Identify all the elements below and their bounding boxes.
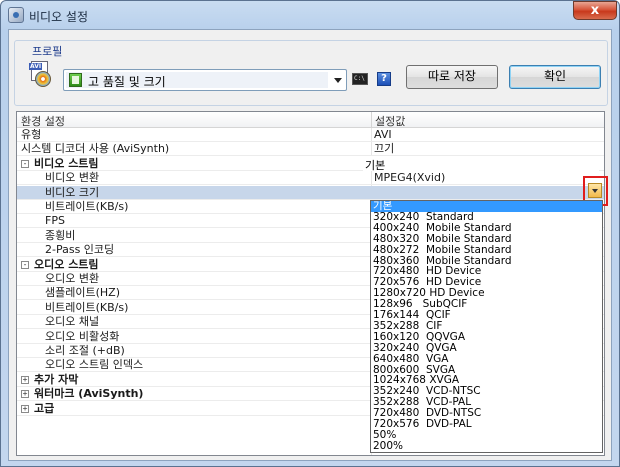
grid-row[interactable]: 유형 AVI bbox=[17, 128, 604, 142]
help-icon[interactable]: ? bbox=[377, 72, 391, 86]
command-line-icon[interactable]: C:\ bbox=[352, 73, 368, 85]
dropdown-option[interactable]: 50% bbox=[371, 429, 602, 441]
expand-icon[interactable]: + bbox=[21, 390, 29, 399]
grid-row-label: 비디오 스트림 bbox=[34, 156, 99, 170]
grid-row-label: 시스템 디코더 사용 (AviSynth) bbox=[21, 142, 170, 156]
grid-row-label: 오디오 스트림 인덱스 bbox=[45, 358, 144, 372]
dropdown-option[interactable]: 200% bbox=[371, 440, 602, 452]
collapse-icon[interactable]: - bbox=[21, 260, 29, 269]
dropdown-option[interactable]: 720x576 DVD-PAL bbox=[371, 419, 602, 430]
video-size-value-field[interactable]: 기본 bbox=[363, 156, 599, 172]
collapse-icon[interactable]: - bbox=[21, 159, 29, 168]
grid-row-label: 샘플레이트(HZ) bbox=[45, 286, 120, 300]
profile-select[interactable]: 고 품질 및 크기 bbox=[63, 69, 347, 91]
grid-row-label: 소리 조절 (+dB) bbox=[45, 344, 125, 357]
grid-row-label: 고급 bbox=[34, 401, 55, 415]
grid-row-label: 2-Pass 인코딩 bbox=[45, 243, 115, 257]
grid-row-label: 비디오 변환 bbox=[45, 171, 100, 185]
profile-select-value: 고 품질 및 크기 bbox=[88, 75, 166, 89]
grid-row-label: 비트레이트(KB/s) bbox=[45, 300, 129, 314]
expand-icon[interactable]: + bbox=[21, 375, 29, 384]
grid-header: 환경 설정 설정값 bbox=[17, 112, 604, 128]
column-header-setting[interactable]: 환경 설정 bbox=[21, 113, 65, 129]
video-size-value: 기본 bbox=[365, 159, 386, 172]
grid-row-label: 추가 자막 bbox=[34, 372, 79, 386]
grid-row-label: 오디오 채널 bbox=[45, 315, 100, 329]
close-button[interactable]: x bbox=[573, 1, 617, 20]
quality-icon bbox=[69, 73, 82, 87]
grid-row-label: 종횡비 bbox=[45, 228, 76, 242]
dropdown-option[interactable]: 480x272 Mobile Standard bbox=[371, 244, 602, 256]
column-header-value[interactable]: 설정값 bbox=[375, 113, 405, 129]
grid-row-label: 워터마크 (AviSynth) bbox=[34, 387, 144, 401]
dropdown-arrow-button[interactable] bbox=[588, 183, 602, 198]
expand-icon[interactable]: + bbox=[21, 404, 29, 413]
dropdown-option[interactable]: 640x480 VGA bbox=[371, 353, 602, 365]
grid-row-label: FPS bbox=[45, 214, 65, 228]
ok-button[interactable]: 확인 bbox=[509, 65, 601, 89]
grid-row-value[interactable]: MPEG4(Xvid) bbox=[374, 171, 445, 184]
chevron-down-icon[interactable] bbox=[334, 78, 342, 83]
grid-row-label: 오디오 비활성화 bbox=[45, 329, 120, 343]
grid-row-label: 오디오 변환 bbox=[45, 272, 100, 285]
profile-group: 프로필 AVI 고 품질 및 크기 C:\ ? 따로 저장 확인 bbox=[14, 40, 608, 106]
grid-row-label: 유형 bbox=[21, 128, 42, 141]
grid-row-value[interactable]: 끄기 bbox=[374, 142, 394, 155]
title-bar[interactable]: 비디오 설정 x bbox=[1, 1, 619, 29]
grid-row[interactable]: 비디오 크기 bbox=[17, 185, 604, 200]
grid-row-label: 오디오 스트림 bbox=[34, 257, 99, 271]
window-title: 비디오 설정 bbox=[29, 10, 89, 24]
save-as-button[interactable]: 따로 저장 bbox=[406, 65, 498, 89]
video-size-dropdown-list: 기본 320x240 Standard 400x240 Mobile Standar… bbox=[370, 200, 603, 453]
avi-profile-icon: AVI bbox=[29, 61, 53, 87]
grid-row-value[interactable]: AVI bbox=[374, 128, 392, 141]
app-icon bbox=[8, 7, 24, 23]
grid-row-label: 비디오 크기 bbox=[45, 185, 100, 199]
video-settings-window: 비디오 설정 x 프로필 AVI 고 품질 및 크기 C:\ ? 따로 저장 확… bbox=[0, 0, 620, 467]
grid-row[interactable]: 시스템 디코더 사용 (AviSynth) 끄기 bbox=[17, 142, 604, 157]
grid-row[interactable]: 비디오 변환 MPEG4(Xvid) bbox=[17, 171, 604, 186]
profile-group-label: 프로필 bbox=[29, 43, 66, 59]
grid-row-label: 비트레이트(KB/s) bbox=[45, 200, 129, 213]
